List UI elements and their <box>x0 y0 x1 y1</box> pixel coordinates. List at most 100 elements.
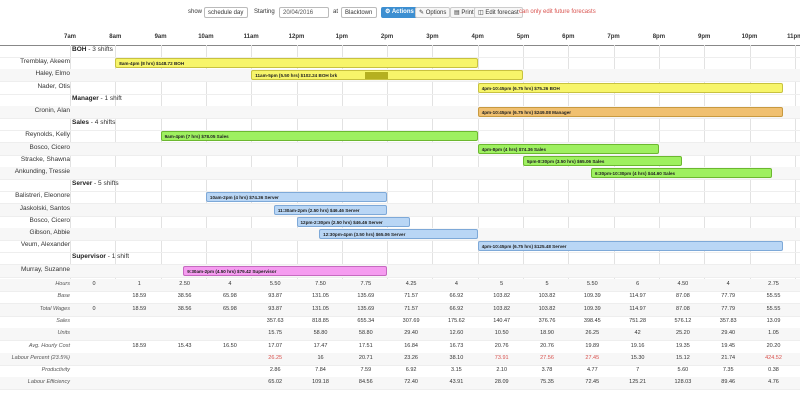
shift-bar[interactable]: 10am-2pm (4 hrs) $74.36 Server <box>205 192 388 203</box>
employee-row: Jaskolski, Santos 11:30am-2pm (2.50 hrs) … <box>0 203 800 217</box>
stat-value: 307.69 <box>402 317 420 324</box>
edit-forecast-button[interactable]: ◫ Edit forecast <box>474 7 523 18</box>
stat-value: 20.20 <box>766 342 781 349</box>
stat-value: 2.10 <box>496 367 508 374</box>
stat-value: 19.45 <box>721 342 736 349</box>
employee-name[interactable]: Veum, Alexander <box>21 241 70 248</box>
stat-value: 4.77 <box>586 367 598 374</box>
stat-value: 42 <box>634 330 641 337</box>
group-header: BOH - 3 shifts <box>0 45 800 58</box>
hour-label: 7am <box>63 34 77 40</box>
stat-value: 20.76 <box>540 342 554 349</box>
stat-value: 15.12 <box>676 354 690 361</box>
employee-name[interactable]: Balistreri, Eleonore <box>15 192 70 199</box>
stat-row: Units 15.75 58.80 58.80 29.40 12.60 10.50 18.90… <box>0 328 800 342</box>
stat-value: 23.26 <box>404 354 418 361</box>
employee-name[interactable]: Cronin, Alan <box>35 107 70 114</box>
hour-label: 12pm <box>288 34 305 40</box>
date-input[interactable]: 20/04/2016 <box>279 7 329 18</box>
employee-name[interactable]: Bosco, Cicero <box>30 217 70 224</box>
stat-value: 77.79 <box>721 293 736 300</box>
group-name: BOH <box>72 46 87 53</box>
shift-bar[interactable]: 4pm-8pm (4 hrs) $74.36 Sales <box>477 143 659 154</box>
hour-label: 1pm <box>335 34 348 40</box>
group-count: - 1 shift <box>105 253 130 261</box>
stat-value: 135.69 <box>357 305 375 312</box>
shift-bar[interactable]: 11:30am-2pm (2.50 hrs) $46.46 Server <box>273 204 388 215</box>
employee-name[interactable]: Ankunding, Tressie <box>15 168 70 175</box>
stat-value: 135.69 <box>357 293 375 300</box>
stat-value: 27.56 <box>540 354 554 361</box>
group-title: Manager - 1 shift <box>72 95 122 102</box>
stat-value: 109.39 <box>583 293 601 300</box>
stat-value: 357.63 <box>266 317 284 324</box>
shift-bar[interactable]: 12pm-2:30pm (2.50 hrs) $46.46 Server <box>296 216 410 227</box>
shift-bar[interactable]: 9:30am-2pm (4.50 hrs) $79.42 Supervisor <box>183 265 388 276</box>
shift-bar[interactable]: 8am-4pm (8 hrs) $148.72 BOH <box>115 58 478 69</box>
stat-value: 4.76 <box>768 379 779 386</box>
stat-value: 109.39 <box>583 305 601 312</box>
forecast-warning: can only edit future forecasts <box>519 9 596 15</box>
stat-value: 125.21 <box>629 379 647 386</box>
employee-name[interactable]: Gibson, Abbie <box>30 229 70 236</box>
stat-value: 5 <box>500 281 504 287</box>
employee-name[interactable]: Nader, Otis <box>37 83 70 90</box>
stat-value: 5.60 <box>677 367 689 374</box>
stat-row: Base 18.59 38.56 65.98 93.87 131.05 135.69 71.5… <box>0 291 800 305</box>
shift-bar[interactable]: 5pm-8:30pm (3.50 hrs) $65.06 Sales <box>523 155 682 166</box>
group-name: Server <box>72 180 93 188</box>
employee-name[interactable]: Murray, Suzanne <box>21 266 70 273</box>
stat-value: 1 <box>137 281 141 287</box>
stat-value: 398.45 <box>583 317 601 324</box>
stat-value: 376.76 <box>538 317 556 324</box>
stat-value: 140.47 <box>493 317 511 324</box>
shift-bar[interactable]: 12:30pm-4pm (3.50 hrs) $65.06 Server <box>319 229 478 239</box>
options-button[interactable]: ✎ Options <box>415 7 451 18</box>
employee-name[interactable]: Reynolds, Kelly <box>25 131 70 138</box>
hour-label: 11pm <box>787 34 800 40</box>
view-select[interactable]: schedule day <box>204 7 248 18</box>
employee-row: Stracke, Shawna 5pm-8:30pm (3.50 hrs) $65… <box>0 155 800 168</box>
stat-value: 103.82 <box>538 293 556 300</box>
employee-name[interactable]: Stracke, Shawna <box>21 156 70 163</box>
employee-row: Bosco, Cicero 12pm-2:30pm (2.50 hrs) $46.… <box>0 216 800 229</box>
stat-value: 6.92 <box>405 367 417 374</box>
stat-value: 38.10 <box>449 354 464 361</box>
shift-bar[interactable]: 4pm-10:45pm (6.75 hrs) $249.08 Manager <box>477 107 784 117</box>
stat-value: 28.09 <box>494 379 509 386</box>
stat-value: 0.38 <box>768 367 779 374</box>
stat-value: 114.97 <box>629 305 646 312</box>
stat-value: 26.25 <box>268 354 283 361</box>
shift-bar[interactable]: 4pm-10:45pm (6.75 hrs) $75.26 BOH <box>477 82 784 93</box>
actions-button[interactable]: ⚙ Actions <box>381 7 418 18</box>
shift-bar[interactable]: 6:30pm-10:30pm (4 hrs) $44.60 Sales <box>590 168 773 178</box>
group-header: Manager - 1 shift <box>0 94 800 107</box>
stat-value: 131.05 <box>312 305 329 312</box>
stat-value: 1.05 <box>768 330 779 337</box>
at-label: at <box>333 9 339 15</box>
stat-value: 4.50 <box>677 281 689 287</box>
shift-bar[interactable]: 11am-5pm (5.50 hrs) $102.24 BOH brk <box>251 70 523 81</box>
stat-value: 7.35 <box>722 367 734 374</box>
shift-bar[interactable]: 9am-4pm (7 hrs) $78.05 Sales <box>160 131 478 142</box>
shift-bar[interactable]: 4pm-10:45pm (6.75 hrs) $125.48 Server <box>477 241 784 252</box>
stat-value: 0 <box>92 305 96 312</box>
stat-value: 0 <box>92 281 96 287</box>
employee-row: Reynolds, Kelly 9am-4pm (7 hrs) $78.05 Sa… <box>0 130 800 144</box>
stat-value: 65.02 <box>268 379 283 386</box>
stat-value: 4 <box>454 281 458 287</box>
employee-name[interactable]: Jaskolski, Santos <box>20 205 70 212</box>
stat-value: 818.85 <box>312 317 329 324</box>
stat-value: 55.55 <box>766 293 781 300</box>
hour-label: 10am <box>198 34 214 40</box>
employee-name[interactable]: Bosco, Cicero <box>30 144 70 151</box>
employee-name[interactable]: Tremblay, Akeem <box>20 58 70 65</box>
employee-row: Murray, Suzanne 9:30am-2pm (4.50 hrs) $79… <box>0 264 800 278</box>
stat-value: 21.74 <box>721 354 736 361</box>
stat-row: Productivity 2.86 7.84 7.59 6.92 3.15 2.10 3.78… <box>0 365 800 379</box>
stat-value: 2.75 <box>768 281 779 287</box>
employee-name[interactable]: Haley, Elmo <box>35 70 70 77</box>
stat-value: 103.82 <box>538 305 556 312</box>
location-select[interactable]: Blacktown <box>341 7 377 18</box>
stat-value: 5 <box>545 281 549 287</box>
